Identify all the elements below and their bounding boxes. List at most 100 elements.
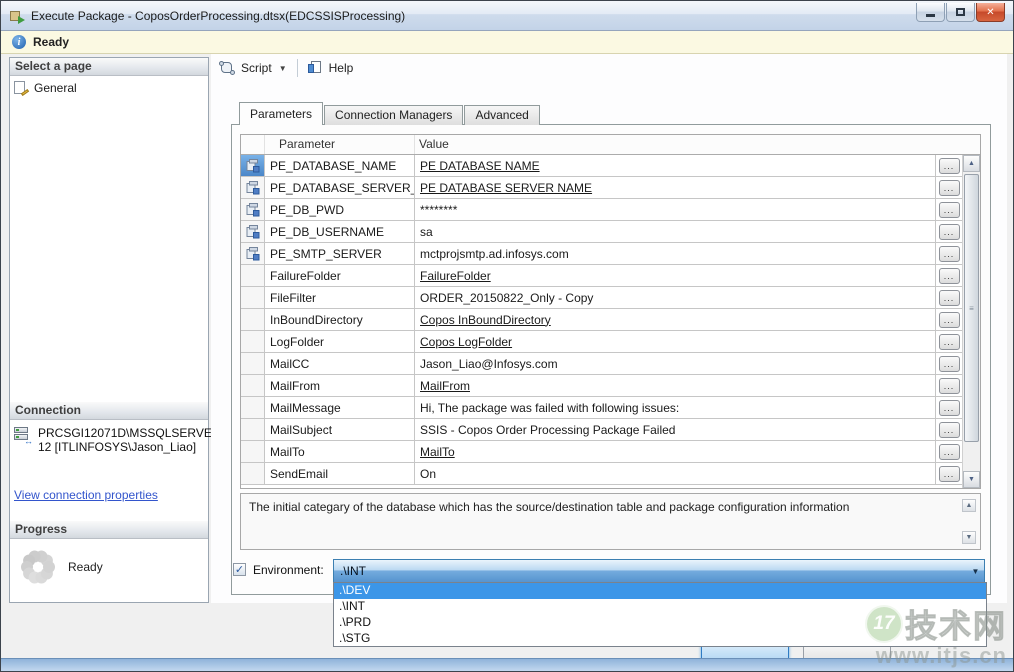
environment-combobox[interactable]: .\INT ▼ — [333, 559, 985, 583]
parameter-name-cell[interactable]: MailSubject — [265, 419, 415, 440]
parameter-name-cell[interactable]: PE_DATABASE_SERVER_... — [265, 177, 415, 198]
parameter-value-cell[interactable]: MailFrom — [415, 375, 935, 396]
tab-advanced[interactable]: Advanced — [464, 105, 539, 125]
ellipsis-button[interactable]: ... — [939, 202, 960, 218]
parameter-name-cell[interactable]: PE_DATABASE_NAME — [265, 155, 415, 176]
parameter-value-cell[interactable]: Copos InBoundDirectory — [415, 309, 935, 330]
ellipsis-button[interactable]: ... — [939, 356, 960, 372]
row-header-cell[interactable] — [241, 221, 265, 242]
minimize-button[interactable] — [916, 3, 945, 22]
ellipsis-button[interactable]: ... — [939, 180, 960, 196]
scroll-up-icon[interactable]: ▲ — [963, 155, 980, 172]
parameter-name-cell[interactable]: MailTo — [265, 441, 415, 462]
ellipsis-button[interactable]: ... — [939, 400, 960, 416]
script-button[interactable]: Script — [241, 61, 272, 75]
help-button[interactable]: Help — [329, 61, 354, 75]
scroll-down-icon[interactable]: ▼ — [963, 471, 980, 488]
table-row[interactable]: PE_SMTP_SERVERmctprojsmtp.ad.infosys.com… — [241, 243, 962, 265]
ellipsis-button[interactable]: ... — [939, 224, 960, 240]
table-row[interactable]: PE_DB_PWD********... — [241, 199, 962, 221]
sidebar-item-general[interactable]: General — [10, 76, 208, 100]
row-header-cell[interactable] — [241, 199, 265, 220]
table-row[interactable]: MailSubjectSSIS - Copos Order Processing… — [241, 419, 962, 441]
parameter-value-cell[interactable]: Copos LogFolder — [415, 331, 935, 352]
ellipsis-button[interactable]: ... — [939, 158, 960, 174]
view-connection-properties-link[interactable]: View connection properties — [14, 488, 158, 502]
parameter-value-cell[interactable]: On — [415, 463, 935, 484]
row-header-cell[interactable] — [241, 397, 265, 418]
table-row[interactable]: MailCCJason_Liao@Infosys.com... — [241, 353, 962, 375]
ellipsis-button[interactable]: ... — [939, 444, 960, 460]
parameter-name-cell[interactable]: PE_DB_USERNAME — [265, 221, 415, 242]
ellipsis-button[interactable]: ... — [939, 422, 960, 438]
scrollbar-thumb[interactable]: ≡ — [964, 174, 979, 442]
parameter-name-cell[interactable]: MailCC — [265, 353, 415, 374]
row-header-cell[interactable] — [241, 287, 265, 308]
parameter-value-cell[interactable]: ORDER_20150822_Only - Copy — [415, 287, 935, 308]
environment-checkbox[interactable]: ✓ — [233, 563, 246, 576]
row-header-cell[interactable] — [241, 463, 265, 484]
row-header-cell[interactable] — [241, 441, 265, 462]
parameter-value-cell[interactable]: FailureFolder — [415, 265, 935, 286]
parameter-value-cell[interactable]: MailTo — [415, 441, 935, 462]
tab-connection-managers[interactable]: Connection Managers — [324, 105, 463, 125]
combobox-arrow-icon[interactable]: ▼ — [967, 560, 984, 582]
title-bar[interactable]: Execute Package - CoposOrderProcessing.d… — [1, 1, 1013, 31]
table-row[interactable]: LogFolderCopos LogFolder... — [241, 331, 962, 353]
table-row[interactable]: MailToMailTo... — [241, 441, 962, 463]
table-row[interactable]: FileFilterORDER_20150822_Only - Copy... — [241, 287, 962, 309]
ellipsis-button[interactable]: ... — [939, 378, 960, 394]
parameter-name-cell[interactable]: MailFrom — [265, 375, 415, 396]
parameter-value-cell[interactable]: sa — [415, 221, 935, 242]
table-row[interactable]: InBoundDirectoryCopos InBoundDirectory..… — [241, 309, 962, 331]
parameter-value-cell[interactable]: Hi, The package was failed with followin… — [415, 397, 935, 418]
parameter-name-cell[interactable]: SendEmail — [265, 463, 415, 484]
ellipsis-button[interactable]: ... — [939, 334, 960, 350]
row-header-cell[interactable] — [241, 419, 265, 440]
row-header-cell[interactable] — [241, 331, 265, 352]
table-row[interactable]: MailFromMailFrom... — [241, 375, 962, 397]
ellipsis-button[interactable]: ... — [939, 312, 960, 328]
table-row[interactable]: PE_DATABASE_NAMEPE DATABASE NAME... — [241, 155, 962, 177]
grid-header-parameter[interactable]: Parameter — [265, 135, 415, 154]
row-header-cell[interactable] — [241, 309, 265, 330]
parameter-name-cell[interactable]: InBoundDirectory — [265, 309, 415, 330]
grid-vertical-scrollbar[interactable]: ▲ ≡ ▼ — [962, 155, 980, 488]
table-row[interactable]: MailMessageHi, The package was failed wi… — [241, 397, 962, 419]
row-header-cell[interactable] — [241, 375, 265, 396]
parameter-value-cell[interactable]: SSIS - Copos Order Processing Package Fa… — [415, 419, 935, 440]
table-row[interactable]: SendEmailOn... — [241, 463, 962, 485]
parameter-name-cell[interactable]: LogFolder — [265, 331, 415, 352]
parameter-name-cell[interactable]: MailMessage — [265, 397, 415, 418]
row-header-cell[interactable] — [241, 353, 265, 374]
parameter-name-cell[interactable]: PE_SMTP_SERVER — [265, 243, 415, 264]
ellipsis-button[interactable]: ... — [939, 268, 960, 284]
ellipsis-button[interactable]: ... — [939, 246, 960, 262]
table-row[interactable]: FailureFolderFailureFolder... — [241, 265, 962, 287]
parameter-value-cell[interactable]: PE DATABASE SERVER NAME — [415, 177, 935, 198]
maximize-button[interactable] — [946, 3, 975, 22]
table-row[interactable]: PE_DB_USERNAMEsa... — [241, 221, 962, 243]
description-scroll-up-icon[interactable]: ▲ — [962, 499, 976, 512]
parameter-value-cell[interactable]: ******** — [415, 199, 935, 220]
grid-header-value[interactable]: Value — [415, 135, 962, 154]
row-header-cell[interactable] — [241, 243, 265, 264]
parameter-value-cell[interactable]: mctprojsmtp.ad.infosys.com — [415, 243, 935, 264]
ellipsis-button[interactable]: ... — [939, 290, 960, 306]
row-header-cell[interactable] — [241, 265, 265, 286]
table-row[interactable]: PE_DATABASE_SERVER_...PE DATABASE SERVER… — [241, 177, 962, 199]
parameter-name-cell[interactable]: PE_DB_PWD — [265, 199, 415, 220]
dropdown-option[interactable]: .\DEV — [334, 583, 986, 599]
ellipsis-button[interactable]: ... — [939, 466, 960, 482]
parameter-name-cell[interactable]: FileFilter — [265, 287, 415, 308]
parameter-name-cell[interactable]: FailureFolder — [265, 265, 415, 286]
parameter-icon — [246, 159, 260, 173]
script-dropdown-caret-icon[interactable]: ▼ — [279, 64, 287, 73]
tab-parameters[interactable]: Parameters — [239, 102, 323, 125]
row-header-cell[interactable] — [241, 177, 265, 198]
parameter-value-cell[interactable]: Jason_Liao@Infosys.com — [415, 353, 935, 374]
parameter-value-cell[interactable]: PE DATABASE NAME — [415, 155, 935, 176]
description-scroll-down-icon[interactable]: ▼ — [962, 531, 976, 544]
close-button[interactable]: ✕ — [976, 3, 1005, 22]
row-header-cell[interactable] — [241, 155, 265, 176]
